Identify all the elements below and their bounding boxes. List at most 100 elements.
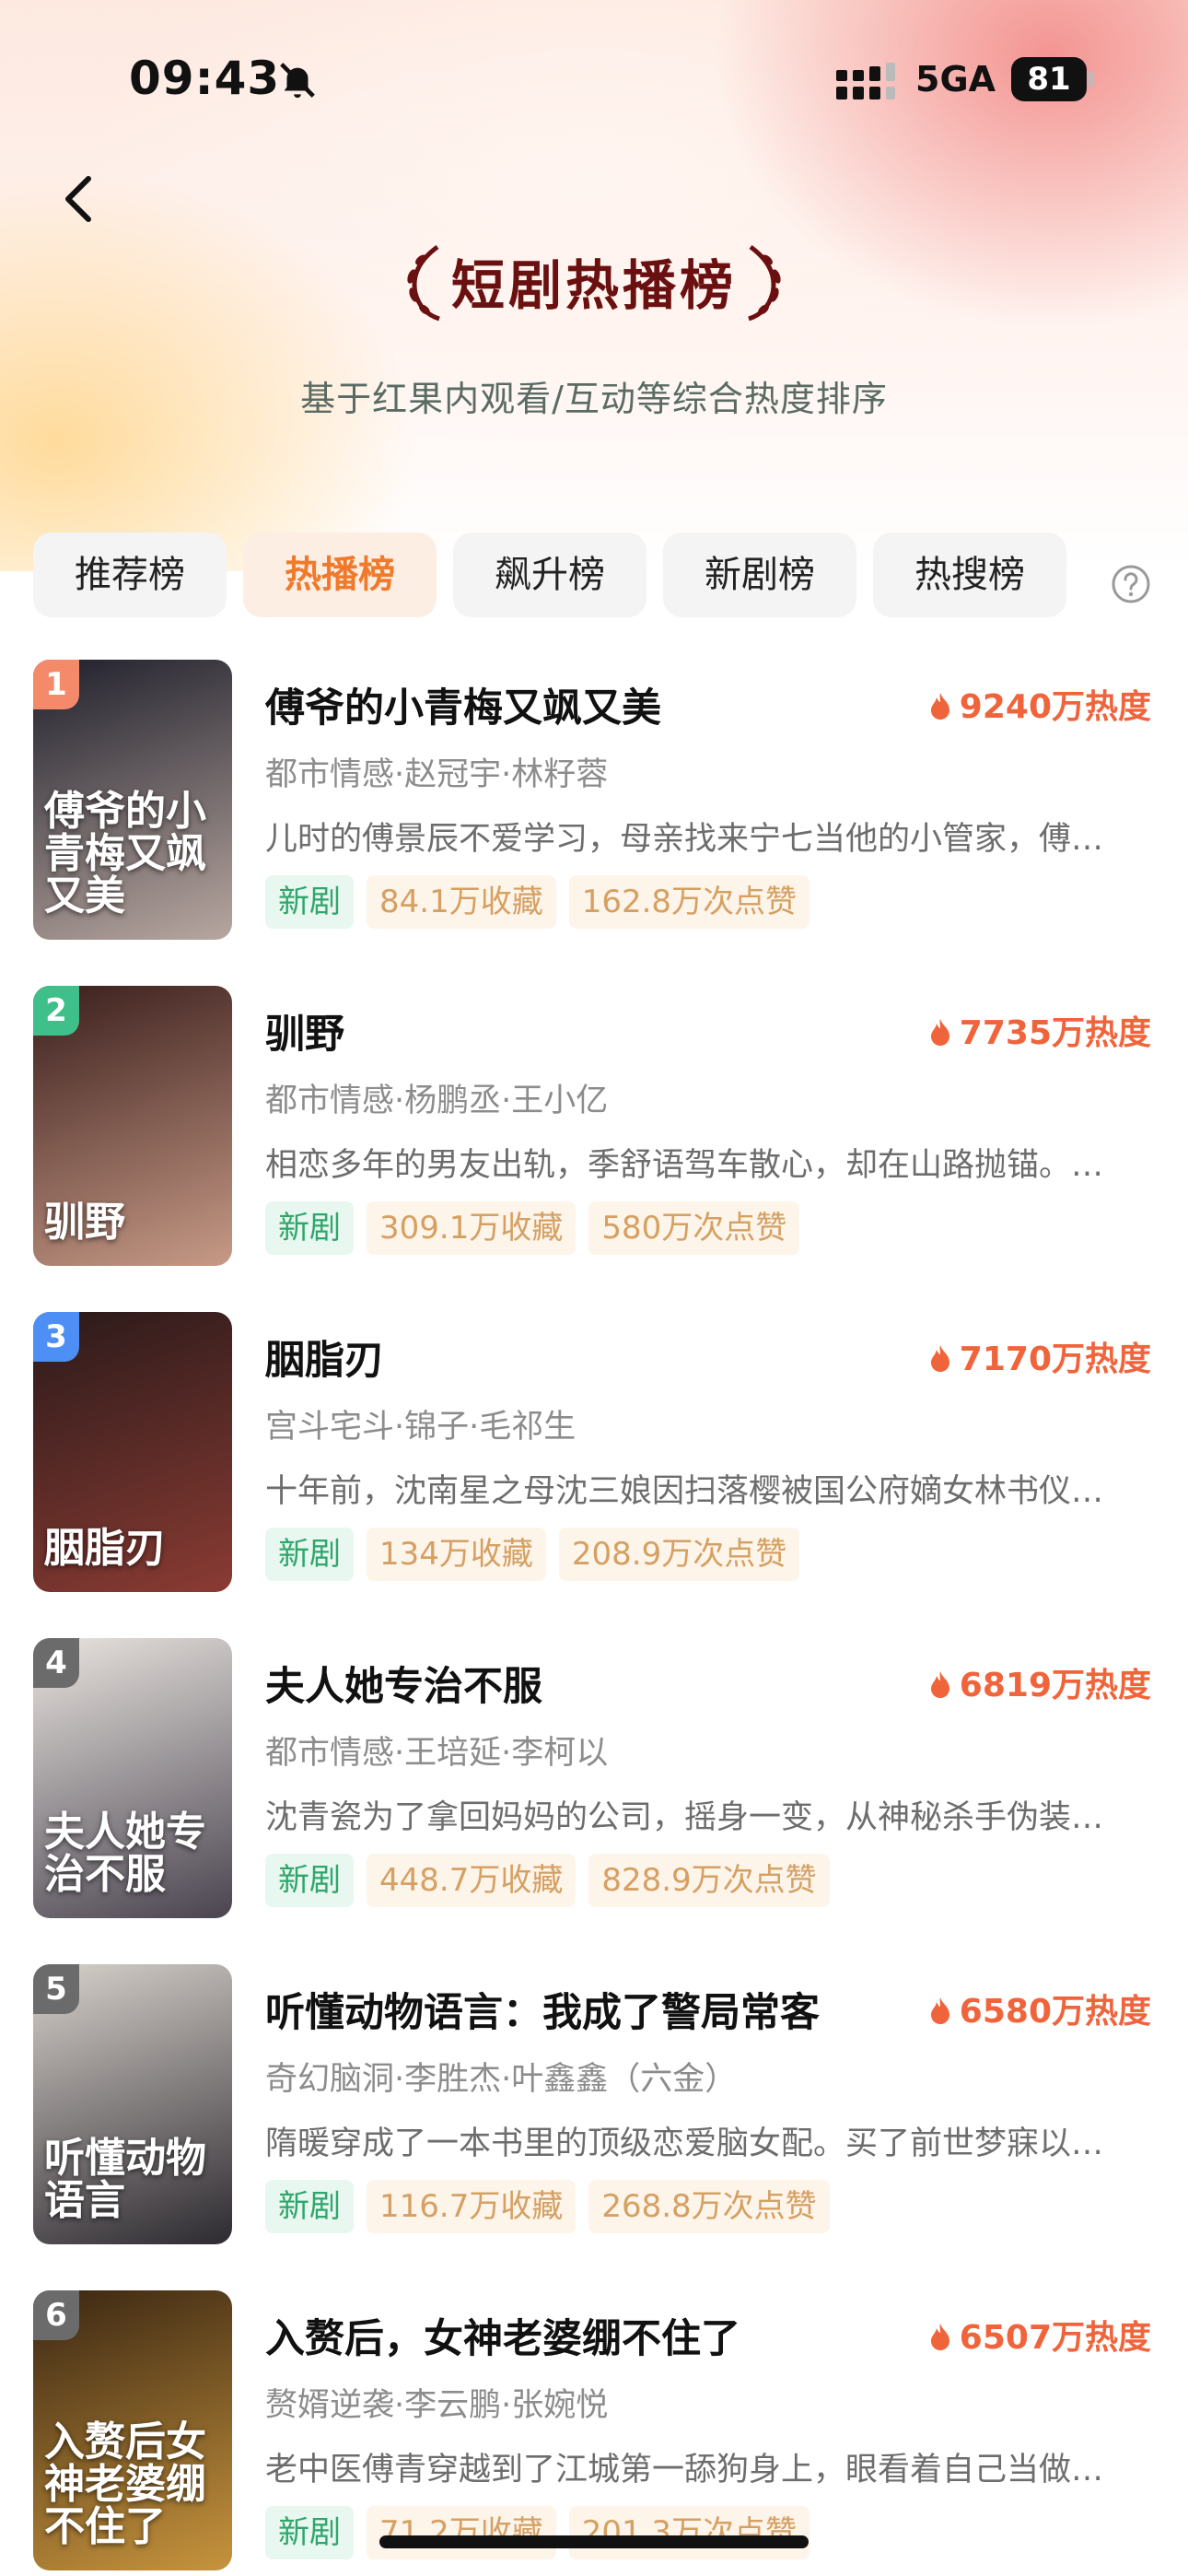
fire-icon [930, 1997, 949, 2024]
drama-tags: 新剧 134万收藏 208.9万次点赞 [265, 1528, 812, 1581]
likes-count: 208.9万次点赞 [558, 1528, 800, 1581]
likes-count: 162.8万次点赞 [568, 875, 810, 929]
heat-score: 6580万热度 [928, 1985, 1151, 2032]
fire-icon [930, 1671, 949, 1698]
drama-title[interactable]: 听懂动物语言：我成了警局常客 [265, 1981, 820, 2038]
favorites-count: 134万收藏 [367, 1528, 546, 1581]
fire-icon [930, 1019, 949, 1046]
drama-tags: 新剧 448.7万收藏 828.9万次点赞 [265, 1854, 843, 1907]
home-indicator[interactable] [379, 2535, 809, 2548]
list-item[interactable]: 1 傅爷的小青梅又飒又美 傅爷的小青梅又飒又美 9240万热度 都市情感·赵冠宇… [0, 656, 1188, 942]
favorites-count: 448.7万收藏 [367, 1854, 577, 1907]
drama-tags: 新剧 84.1万收藏 162.8万次点赞 [265, 875, 822, 929]
poster-title-art: 傅爷的小青梅又飒又美 [44, 788, 206, 919]
fire-icon [930, 1345, 949, 1372]
fire-icon [930, 2324, 949, 2350]
drama-genre: 都市情感·王培延·李柯以 [265, 1735, 609, 1772]
list-item[interactable]: 4 夫人她专治不服 夫人她专治不服 6819万热度 都市情感·王培延·李柯以 沈… [0, 1634, 1188, 1920]
poster-title-art: 入赘后女神老婆绷不住了 [44, 2418, 206, 2550]
likes-count: 828.9万次点赞 [588, 1854, 830, 1907]
laurel-right-icon [748, 244, 781, 322]
signal-icon [836, 63, 895, 100]
new-badge: 新剧 [265, 1528, 354, 1581]
list-item[interactable]: 5 听懂动物语言 听懂动物语言：我成了警局常客 6580万热度 奇幻脑洞·李胜杰… [0, 1961, 1188, 2246]
status-time: 09:43 [129, 52, 281, 105]
heat-value: 6819万热度 [959, 1667, 1151, 1704]
likes-count: 580万次点赞 [588, 1201, 800, 1255]
drama-title[interactable]: 夫人她专治不服 [265, 1655, 542, 1712]
rank-badge: 3 [33, 1312, 79, 1362]
drama-title[interactable]: 驯野 [265, 1002, 344, 1060]
drama-tags: 新剧 71.2万收藏 201.3万次点赞 [265, 2506, 822, 2559]
drama-description: 隋暖穿成了一本书里的顶级恋爱脑女配。买了前世梦寐以… [265, 2125, 1104, 2162]
drama-description: 十年前，沈南星之母沈三娘因扫落樱被国公府嫡女林书仪… [265, 1473, 1104, 1510]
heat-score: 6819万热度 [928, 1658, 1151, 1706]
drama-description: 相恋多年的男友出轨，季舒语驾车散心，却在山路抛锚。… [265, 1147, 1104, 1184]
rank-badge: 5 [33, 1964, 79, 2014]
favorites-count: 309.1万收藏 [367, 1201, 577, 1255]
drama-poster[interactable]: 6 入赘后女神老婆绷不住了 [33, 2290, 232, 2570]
drama-description: 儿时的傅景辰不爱学习，母亲找来宁七当他的小管家，傅… [265, 821, 1104, 858]
tab-hot-play[interactable]: 热播榜 [243, 533, 437, 617]
heat-score: 9240万热度 [928, 680, 1151, 728]
drama-genre: 宫斗宅斗·锦子·毛祁生 [265, 1409, 577, 1446]
rank-badge: 6 [33, 2290, 79, 2340]
poster-title-art: 夫人她专治不服 [44, 1809, 206, 1898]
battery-cap [1089, 72, 1094, 87]
tab-new[interactable]: 新剧榜 [663, 533, 856, 617]
drama-genre: 奇幻脑洞·李胜杰·叶鑫鑫（六金） [265, 2061, 738, 2098]
back-button[interactable] [52, 166, 107, 230]
fire-icon [930, 693, 949, 720]
new-badge: 新剧 [265, 1854, 354, 1907]
new-badge: 新剧 [265, 875, 354, 929]
heat-score: 6507万热度 [928, 2311, 1151, 2359]
heat-score: 7170万热度 [928, 1332, 1151, 1380]
drama-genre: 赘婿逆袭·李云鹏·张婉悦 [265, 2387, 609, 2424]
new-badge: 新剧 [265, 1201, 354, 1255]
heat-value: 6507万热度 [959, 2319, 1151, 2357]
battery-indicator: 81 [1011, 57, 1087, 101]
new-badge: 新剧 [265, 2180, 354, 2233]
drama-title[interactable]: 胭脂刃 [265, 1329, 384, 1386]
drama-tags: 新剧 116.7万收藏 268.8万次点赞 [265, 2180, 843, 2233]
rank-badge: 1 [33, 660, 79, 709]
help-icon[interactable] [1111, 564, 1151, 604]
likes-count: 201.3万次点赞 [568, 2506, 810, 2559]
drama-poster[interactable]: 2 驯野 [33, 986, 232, 1266]
heat-value: 6580万热度 [959, 1993, 1151, 2031]
rank-badge: 4 [33, 1638, 79, 1688]
drama-genre: 都市情感·赵冠宇·林籽蓉 [265, 756, 609, 793]
drama-tags: 新剧 309.1万收藏 580万次点赞 [265, 1201, 812, 1255]
favorites-count: 116.7万收藏 [367, 2180, 577, 2233]
tab-recommend[interactable]: 推荐榜 [33, 533, 227, 617]
poster-title-art: 胭脂刃 [44, 1525, 166, 1572]
bell-muted-icon [280, 63, 315, 99]
list-item[interactable]: 3 胭脂刃 胭脂刃 7170万热度 宫斗宅斗·锦子·毛祁生 十年前，沈南星之母沈… [0, 1308, 1188, 1594]
network-type: 5GA [915, 59, 996, 100]
favorites-count: 71.2万收藏 [367, 2506, 556, 2559]
poster-title-art: 听懂动物语言 [44, 2135, 206, 2224]
drama-title[interactable]: 傅爷的小青梅又飒又美 [265, 676, 661, 733]
drama-poster[interactable]: 4 夫人她专治不服 [33, 1638, 232, 1918]
drama-poster[interactable]: 5 听懂动物语言 [33, 1964, 232, 2244]
heat-value: 9240万热度 [959, 688, 1151, 726]
status-bar: 09:43 5GA 81 [0, 0, 1188, 157]
page-title: 短剧热播榜 [450, 254, 737, 317]
drama-title[interactable]: 入赘后，女神老婆绷不住了 [265, 2307, 740, 2364]
tab-hot-search[interactable]: 热搜榜 [873, 533, 1066, 617]
list-item[interactable]: 6 入赘后女神老婆绷不住了 入赘后，女神老婆绷不住了 6507万热度 赘婿逆袭·… [0, 2287, 1188, 2572]
tab-rising[interactable]: 飙升榜 [453, 533, 646, 617]
favorites-count: 84.1万收藏 [367, 875, 556, 929]
rank-badge: 2 [33, 986, 79, 1036]
list-item[interactable]: 2 驯野 驯野 7735万热度 都市情感·杨鹏丞·王小亿 相恋多年的男友出轨，季… [0, 982, 1188, 1268]
page-subtitle: 基于红果内观看/互动等综合热度排序 [300, 379, 888, 419]
page-title-wrap: 短剧热播榜 [0, 240, 1188, 322]
poster-title-art: 驯野 [44, 1199, 125, 1246]
heat-score: 7735万热度 [928, 1006, 1151, 1054]
new-badge: 新剧 [265, 2506, 354, 2559]
drama-poster[interactable]: 3 胭脂刃 [33, 1312, 232, 1592]
heat-value: 7735万热度 [959, 1014, 1151, 1052]
drama-description: 沈青瓷为了拿回妈妈的公司，摇身一变，从神秘杀手伪装… [265, 1799, 1104, 1836]
drama-genre: 都市情感·杨鹏丞·王小亿 [265, 1083, 609, 1119]
drama-poster[interactable]: 1 傅爷的小青梅又飒又美 [33, 660, 232, 940]
